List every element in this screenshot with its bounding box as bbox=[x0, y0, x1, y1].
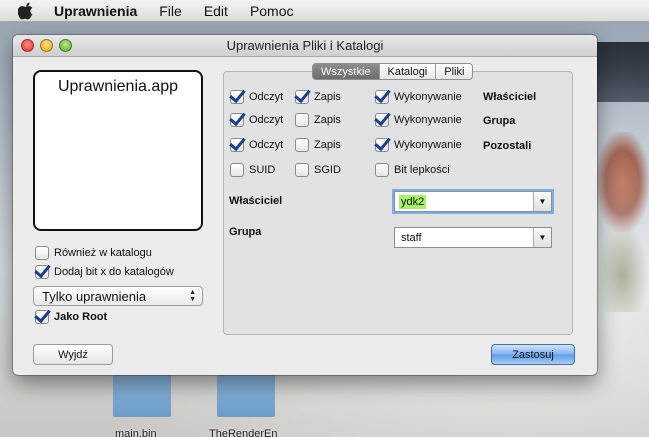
owner-field-label: Właściciel bbox=[229, 195, 283, 207]
group-combobox[interactable]: staff ▼ bbox=[394, 227, 552, 248]
add-x-bit-label: Dodaj bit x do katalogów bbox=[54, 266, 174, 278]
menu-edit[interactable]: Edit bbox=[204, 3, 228, 19]
chevron-down-icon[interactable]: ▼ bbox=[533, 192, 551, 211]
desktop-icon-label[interactable]: TheRenderEn bbox=[209, 428, 278, 437]
also-in-directory-label: Również w katalogu bbox=[54, 247, 152, 259]
group-read-checkbox[interactable] bbox=[230, 113, 244, 127]
suid-label: SUID bbox=[249, 164, 276, 176]
owner-combobox[interactable]: ydk2 ▼ bbox=[394, 191, 552, 212]
group-read-option[interactable]: Odczyt bbox=[230, 112, 283, 128]
others-read-option[interactable]: Odczyt bbox=[230, 137, 283, 153]
group-field-label: Grupa bbox=[229, 226, 262, 238]
option-add-x-bit[interactable]: Dodaj bit x do katalogów bbox=[35, 264, 174, 280]
add-x-bit-checkbox[interactable] bbox=[35, 265, 49, 279]
desktop-icon-label[interactable]: main.bin bbox=[115, 428, 157, 437]
sticky-bit-checkbox[interactable] bbox=[375, 163, 389, 177]
owner-read-label: Odczyt bbox=[249, 91, 284, 103]
window-titlebar[interactable]: Uprawnienia Pliki i Katalogi bbox=[13, 35, 597, 57]
owner-read-checkbox[interactable] bbox=[230, 90, 244, 104]
owner-exec-label: Wykonywanie bbox=[394, 91, 462, 103]
popup-arrows-icon: ▲ ▼ bbox=[189, 289, 196, 303]
owner-write-label: Zapis bbox=[314, 91, 341, 103]
group-exec-option[interactable]: Wykonywanie bbox=[375, 112, 462, 128]
sticky-bit-label: Bit lepkości bbox=[394, 164, 450, 176]
suid-option[interactable]: SUID bbox=[230, 162, 275, 178]
apple-icon[interactable] bbox=[18, 2, 38, 20]
tab-selector[interactable]: Wszystkie Katalogi Pliki bbox=[312, 63, 474, 80]
group-combobox-value[interactable]: staff bbox=[399, 231, 424, 245]
mode-popup[interactable]: Tylko uprawnienia ▲ ▼ bbox=[33, 286, 203, 306]
sgid-checkbox[interactable] bbox=[295, 163, 309, 177]
tab-files[interactable]: Pliki bbox=[435, 64, 472, 79]
others-row-label: Pozostali bbox=[483, 140, 532, 152]
tab-directories[interactable]: Katalogi bbox=[378, 64, 436, 79]
as-root-label: Jako Root bbox=[54, 311, 108, 323]
also-in-directory-checkbox[interactable] bbox=[35, 246, 49, 260]
owner-exec-checkbox[interactable] bbox=[375, 90, 389, 104]
menu-app-name[interactable]: Uprawnienia bbox=[54, 3, 137, 19]
menu-bar: Uprawnienia File Edit Pomoc bbox=[0, 0, 649, 22]
others-write-checkbox[interactable] bbox=[295, 138, 309, 152]
owner-exec-option[interactable]: Wykonywanie bbox=[375, 89, 462, 105]
desktop-file-icon[interactable] bbox=[113, 375, 171, 417]
owner-read-option[interactable]: Odczyt bbox=[230, 89, 283, 105]
group-exec-label: Wykonywanie bbox=[394, 114, 462, 126]
group-write-label: Zapis bbox=[314, 114, 341, 126]
option-as-root[interactable]: Jako Root bbox=[35, 309, 107, 325]
owner-combobox-value[interactable]: ydk2 bbox=[399, 194, 427, 209]
others-read-checkbox[interactable] bbox=[230, 138, 244, 152]
group-row-label: Grupa bbox=[483, 115, 516, 127]
owner-write-checkbox[interactable] bbox=[295, 90, 309, 104]
app-drop-area[interactable]: Uprawnienia.app bbox=[33, 70, 203, 231]
suid-checkbox[interactable] bbox=[230, 163, 244, 177]
others-write-label: Zapis bbox=[314, 139, 341, 151]
others-read-label: Odczyt bbox=[249, 139, 284, 151]
desktop-file-icon[interactable] bbox=[217, 375, 275, 417]
apply-button[interactable]: Zastosuj bbox=[491, 344, 575, 365]
sgid-option[interactable]: SGID bbox=[295, 162, 341, 178]
chevron-down-icon[interactable]: ▼ bbox=[533, 228, 551, 247]
others-exec-label: Wykonywanie bbox=[394, 139, 462, 151]
owner-row-label: Właściciel bbox=[483, 91, 537, 103]
option-also-in-directory[interactable]: Również w katalogu bbox=[35, 245, 152, 261]
others-write-option[interactable]: Zapis bbox=[295, 137, 341, 153]
owner-write-option[interactable]: Zapis bbox=[295, 89, 341, 105]
quit-button[interactable]: Wyjdź bbox=[33, 344, 113, 365]
tab-all[interactable]: Wszystkie bbox=[313, 64, 379, 79]
as-root-checkbox[interactable] bbox=[35, 310, 49, 324]
sgid-label: SGID bbox=[314, 164, 341, 176]
sticky-bit-option[interactable]: Bit lepkości bbox=[375, 162, 450, 178]
group-write-option[interactable]: Zapis bbox=[295, 112, 341, 128]
group-exec-checkbox[interactable] bbox=[375, 113, 389, 127]
group-read-label: Odczyt bbox=[249, 114, 284, 126]
others-exec-option[interactable]: Wykonywanie bbox=[375, 137, 462, 153]
others-exec-checkbox[interactable] bbox=[375, 138, 389, 152]
window-title: Uprawnienia Pliki i Katalogi bbox=[226, 38, 384, 53]
permissions-window: Uprawnienia Pliki i Katalogi Uprawnienia… bbox=[13, 35, 597, 375]
mode-popup-value: Tylko uprawnienia bbox=[42, 288, 147, 304]
group-write-checkbox[interactable] bbox=[295, 113, 309, 127]
app-name-label: Uprawnienia.app bbox=[57, 78, 179, 95]
menu-help[interactable]: Pomoc bbox=[250, 3, 294, 19]
menu-file[interactable]: File bbox=[159, 3, 182, 19]
